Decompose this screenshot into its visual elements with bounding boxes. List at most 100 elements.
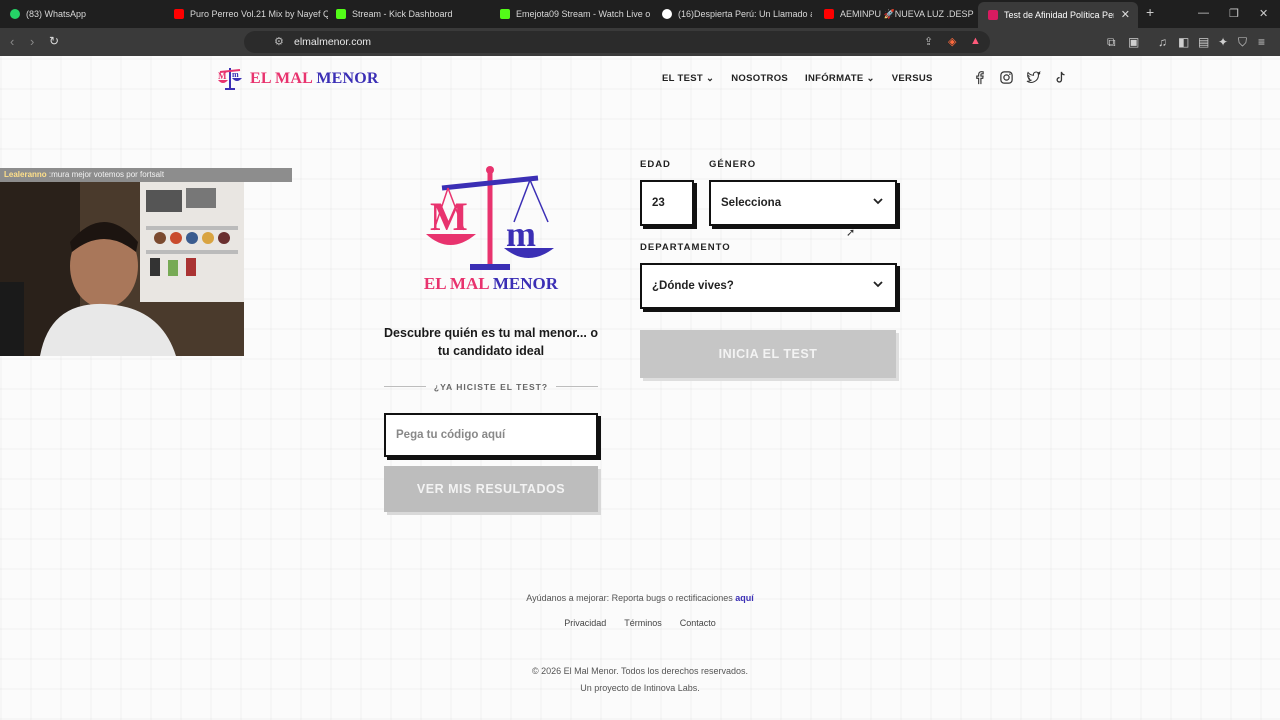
tab-label: (16)Despierta Perú: Un Llamado a la: [678, 9, 812, 19]
kick-icon: [500, 9, 510, 19]
tab-kick-stream[interactable]: Emejota09 Stream - Watch Live on K: [490, 4, 650, 24]
feedback-text: Ayúdanos a mejorar: Reporta bugs o recti…: [0, 593, 1280, 603]
nav-item-nosotros[interactable]: NOSOTROS: [731, 73, 788, 84]
extensions-icon[interactable]: ⧉: [1107, 35, 1116, 50]
back-icon[interactable]: ‹: [10, 34, 14, 49]
hero-wordmark-part-2: MENOR: [492, 274, 559, 293]
age-label: EDAD: [640, 159, 671, 170]
hero-logo: M m: [420, 164, 560, 279]
scale-logo-icon: M m: [426, 166, 554, 270]
social-links: [972, 70, 1068, 85]
already-took-test-label: ¿YA HICISTE EL TEST?: [433, 382, 549, 392]
age-value: 23: [652, 197, 665, 209]
tab-active-elmalmenor[interactable]: Test de Afinidad Política Perú 20 ✕: [978, 2, 1138, 28]
chevron-down-icon: ⌄: [866, 73, 875, 84]
webcam-image: [0, 182, 244, 356]
tab-whatsapp[interactable]: (83) WhatsApp: [0, 4, 166, 24]
credit-text: Un proyecto de Intinova Labs.: [580, 683, 700, 693]
result-code-input[interactable]: [384, 413, 598, 457]
scale-logo-icon: M m: [218, 68, 242, 90]
hero-wordmark: EL MAL MENOR: [384, 274, 598, 294]
browser-toolbar: ‹ › ↻ 🔖︎ ⚙︎ elmalmenor.com ⇪ ◈ ▲ ⧉ ▣ ♫ ◧…: [0, 28, 1280, 56]
sidebar-icon[interactable]: ◧: [1178, 35, 1189, 49]
share-icon[interactable]: ⇪: [924, 35, 933, 48]
leo-ai-icon[interactable]: ✦: [1218, 35, 1228, 49]
nav-item-informate[interactable]: INFÓRMATE ⌄: [805, 73, 875, 84]
gender-value: Selecciona: [721, 197, 782, 209]
brave-shield-icon[interactable]: ◈: [948, 35, 956, 48]
forward-icon[interactable]: ›: [30, 34, 34, 49]
chat-message: :mura mejor votemos por fortsalt: [46, 170, 165, 179]
tab-tiktok[interactable]: (16)Despierta Perú: Un Llamado a la: [652, 4, 812, 24]
site-header: M m EL MAL MENOR EL TEST ⌄ NOSOTROS INFÓR…: [0, 56, 1280, 102]
close-icon[interactable]: ✕: [1121, 8, 1130, 21]
department-value: ¿Dónde vives?: [652, 280, 734, 292]
facebook-icon[interactable]: [972, 70, 987, 85]
site-info-icon[interactable]: ⚙︎: [274, 35, 284, 48]
tagline: Descubre quién es tu mal menor... o tu c…: [384, 326, 598, 358]
chat-username: Lealeranno: [4, 170, 47, 179]
svg-text:m: m: [232, 70, 239, 79]
tiktok-icon[interactable]: [1053, 70, 1068, 85]
nav-label: EL TEST: [662, 73, 703, 84]
tab-label: (83) WhatsApp: [26, 9, 87, 19]
footer-link-privacidad[interactable]: Privacidad: [564, 618, 606, 628]
chevron-down-icon: [873, 198, 883, 205]
menu-icon[interactable]: ≡: [1258, 35, 1265, 49]
elmalmenor-icon: [988, 10, 998, 20]
tab-youtube-mix[interactable]: Puro Perreo Vol.21 Mix by Nayef Qu: [164, 4, 328, 24]
start-test-button[interactable]: INICIA EL TEST: [640, 330, 896, 378]
vpn-icon[interactable]: ⛉: [1238, 35, 1247, 50]
tab-kick-dashboard[interactable]: Stream - Kick Dashboard: [326, 4, 488, 24]
nav-item-el-test[interactable]: EL TEST ⌄: [662, 73, 714, 84]
url-text: elmalmenor.com: [294, 36, 372, 48]
tab-label: Test de Afinidad Política Perú 20: [1004, 10, 1114, 20]
reload-icon[interactable]: ↻: [49, 34, 59, 48]
gender-select[interactable]: Selecciona: [709, 180, 897, 226]
site-logo[interactable]: M m EL MAL MENOR: [216, 66, 379, 92]
window-close-icon[interactable]: ✕: [1259, 7, 1268, 20]
age-input[interactable]: 23: [640, 180, 694, 226]
brand-name-part-1: EL MAL: [250, 70, 317, 87]
nav-label: INFÓRMATE: [805, 73, 864, 84]
brand-name-part-2: MENOR: [316, 70, 379, 87]
hero-wordmark-part-1: EL MAL: [423, 274, 493, 293]
maximize-icon[interactable]: ❐: [1229, 7, 1239, 20]
twitter-icon[interactable]: [1026, 70, 1041, 85]
chevron-down-icon: [873, 281, 883, 288]
copyright: © 2026 El Mal Menor. Todos los derechos …: [531, 666, 749, 676]
svg-text:M: M: [218, 71, 227, 81]
whatsapp-icon: [10, 9, 20, 19]
tab-label: Puro Perreo Vol.21 Mix by Nayef Qu: [190, 9, 328, 19]
tab-label: AEMINPU 🚀NUEVA LUZ .DESPIERTA: [840, 8, 974, 19]
footer-link-contacto[interactable]: Contacto: [680, 618, 716, 628]
chevron-down-icon: ⌄: [706, 73, 715, 84]
nav-item-versus[interactable]: VERSUS: [892, 73, 933, 84]
department-select[interactable]: ¿Dónde vives?: [640, 263, 897, 309]
kick-icon: [336, 9, 346, 19]
youtube-icon: [174, 9, 184, 19]
view-results-button[interactable]: VER MIS RESULTADOS: [384, 466, 598, 512]
department-label: DEPARTAMENTO: [640, 242, 731, 253]
media-icon[interactable]: ♫: [1158, 35, 1167, 49]
gender-label: GÉNERO: [709, 159, 757, 170]
minimize-icon[interactable]: —: [1198, 7, 1209, 19]
tab-youtube-aeminpu[interactable]: AEMINPU 🚀NUEVA LUZ .DESPIERTA: [814, 4, 974, 24]
svg-text:M: M: [430, 194, 468, 239]
new-tab-button[interactable]: +: [1146, 4, 1154, 20]
screenshot-icon[interactable]: ▣: [1128, 35, 1139, 49]
youtube-icon: [824, 9, 834, 19]
feedback-link[interactable]: aquí: [735, 593, 754, 603]
address-bar[interactable]: ⚙︎ elmalmenor.com ⇪ ◈ ▲: [244, 31, 990, 53]
instagram-icon[interactable]: [999, 70, 1014, 85]
browser-tab-bar: (83) WhatsApp Puro Perreo Vol.21 Mix by …: [0, 0, 1280, 28]
tab-label: Emejota09 Stream - Watch Live on K: [516, 9, 650, 19]
wallet-icon[interactable]: ▤: [1198, 35, 1209, 49]
webcam-overlay: [0, 182, 244, 356]
brave-rewards-icon[interactable]: ▲: [970, 35, 981, 47]
page: M m EL MAL MENOR EL TEST ⌄ NOSOTROS INFÓR…: [0, 56, 1280, 720]
tab-label: Stream - Kick Dashboard: [352, 9, 453, 19]
main-nav: EL TEST ⌄ NOSOTROS INFÓRMATE ⌄ VERSUS: [662, 73, 933, 84]
footer-nav: Privacidad Términos Contacto: [0, 618, 1280, 628]
footer-link-terminos[interactable]: Términos: [624, 618, 662, 628]
